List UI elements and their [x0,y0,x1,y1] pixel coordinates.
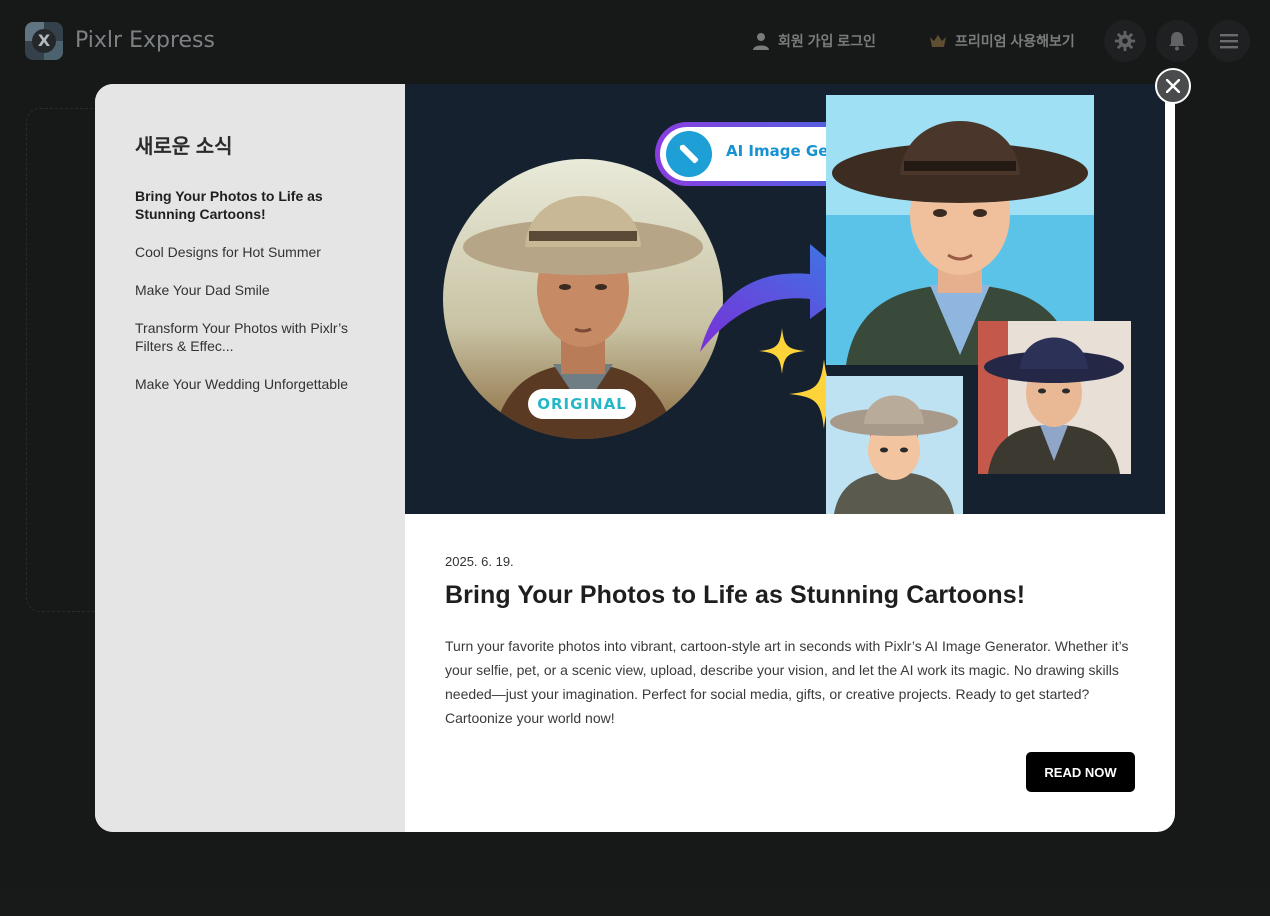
whats-new-modal: 새로운 소식 Bring Your Photos to Life as Stun… [95,84,1175,832]
news-sidebar-heading: 새로운 소식 [135,136,233,158]
article-date: 2025. 6. 19. [445,554,514,569]
article-content: 2025. 6. 19. Bring Your Photos to Life a… [405,514,1175,832]
cartoon-result-image-small [826,376,963,514]
cartoon-result-image-medium [978,321,1131,474]
close-icon [1166,79,1180,93]
news-item-dad[interactable]: Make Your Dad Smile [135,281,365,299]
close-modal-button[interactable] [1155,68,1191,104]
article-hero-image: ORIGINAL AI Image Generator [405,84,1165,514]
news-item-summer[interactable]: Cool Designs for Hot Summer [135,243,365,261]
read-now-button[interactable]: READ NOW [1026,752,1135,792]
article-title: Bring Your Photos to Life as Stunning Ca… [445,581,1026,609]
news-sidebar: 새로운 소식 Bring Your Photos to Life as Stun… [95,84,405,832]
article-body: Turn your favorite photos into vibrant, … [445,638,1129,726]
news-item-filters[interactable]: Transform Your Photos with Pixlr’s Filte… [135,319,365,355]
news-article-panel: ORIGINAL AI Image Generator 2025. 6. 19.… [405,84,1175,832]
original-badge: ORIGINAL [528,389,636,419]
magic-wand-icon [666,131,712,177]
news-item-cartoons[interactable]: Bring Your Photos to Life as Stunning Ca… [135,187,365,223]
news-item-wedding[interactable]: Make Your Wedding Unforgettable [135,375,365,393]
